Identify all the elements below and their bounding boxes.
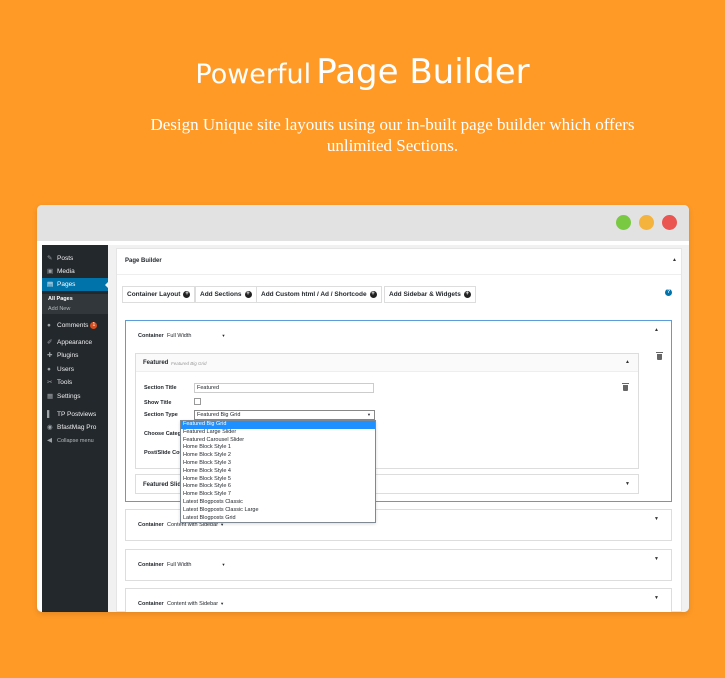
submenu-all-pages[interactable]: All Pages <box>42 294 108 304</box>
bfastmag-icon: ◉ <box>47 424 53 431</box>
sidebar-item-appearance[interactable]: ✐ Appearance <box>42 336 108 349</box>
container-select[interactable]: Full Width ▼ <box>167 333 225 339</box>
container-collapse-icon[interactable]: ▲ <box>654 327 659 333</box>
pin-icon: ✎ <box>47 255 53 262</box>
container-select[interactable]: Content with Sidebar ▼ <box>167 601 224 607</box>
sidebar-item-media[interactable]: ▣ Media <box>42 265 108 278</box>
sidebar-collapse-menu[interactable]: ◀ Collapse menu <box>42 434 108 447</box>
chevron-down-icon: ▼ <box>221 562 226 567</box>
dropdown-option[interactable]: Latest Blogposts Classic <box>181 499 375 507</box>
panel-collapse-icon[interactable]: ▲ <box>672 257 677 263</box>
section-title-label: Section Title <box>144 385 177 391</box>
trash-icon[interactable] <box>656 352 663 360</box>
sidebar-item-tp-postviews[interactable]: ▌ TP Postviews <box>42 408 108 421</box>
submenu-add-new[interactable]: Add New <box>42 304 108 314</box>
section-type-select[interactable]: Featured Big Grid ▼ <box>194 410 375 420</box>
section-expand-icon[interactable]: ▼ <box>625 481 630 487</box>
dropdown-option[interactable]: Latest Blogposts Grid <box>181 515 375 523</box>
container-block: Container Full Width ▼ ▼ <box>125 549 672 581</box>
plugins-icon: ✚ <box>47 352 53 359</box>
plus-icon: + <box>244 290 252 298</box>
container-expand-icon[interactable]: ▼ <box>654 556 659 562</box>
pages-icon: ▤ <box>47 281 54 288</box>
dropdown-option[interactable]: Featured Large Slider <box>181 429 375 437</box>
comments-icon: ● <box>47 322 51 329</box>
sidebar-item-plugins[interactable]: ✚ Plugins <box>42 349 108 362</box>
trash-icon[interactable] <box>622 383 629 391</box>
settings-icon: ▦ <box>47 393 54 400</box>
plus-icon: + <box>183 290 191 298</box>
container-label: Container <box>138 333 164 339</box>
close-button[interactable] <box>662 215 677 230</box>
add-sections-button[interactable]: Add Sections + <box>195 286 257 303</box>
page-builder-panel: Page Builder ▲ Container Layout + Add Sec… <box>116 248 682 612</box>
plus-icon: + <box>369 290 377 298</box>
sidebar-item-posts[interactable]: ✎ Posts <box>42 252 108 265</box>
users-icon: ● <box>47 366 51 373</box>
sidebar-item-settings[interactable]: ▦ Settings <box>42 390 108 403</box>
section-collapse-icon[interactable]: ▲ <box>625 359 630 365</box>
section-header: Featured Featured Big Grid ▲ <box>136 354 638 372</box>
dropdown-option[interactable]: Home Block Style 5 <box>181 476 375 484</box>
chevron-down-icon: ▼ <box>221 333 226 338</box>
container-block: Container Content with Sidebar ▼ ▼ <box>125 588 672 612</box>
container-layout-button[interactable]: Container Layout + <box>122 286 196 303</box>
dropdown-option[interactable]: Home Block Style 7 <box>181 491 375 499</box>
dropdown-option[interactable]: Home Block Style 2 <box>181 452 375 460</box>
media-icon: ▣ <box>47 268 54 275</box>
collapse-icon: ◀ <box>47 437 52 444</box>
container-label: Container <box>138 601 164 607</box>
add-sidebar-widgets-button[interactable]: Add Sidebar & Widgets + <box>384 286 476 303</box>
tools-icon: ✂ <box>47 379 53 386</box>
container-label: Container <box>138 522 164 528</box>
dropdown-option[interactable]: Home Block Style 6 <box>181 483 375 491</box>
appearance-icon: ✐ <box>47 339 53 346</box>
browser-window: ✎ Posts ▣ Media ▤ Pages All Pages Add New ●… <box>37 205 689 612</box>
hero-title-light: Powerful <box>195 59 312 90</box>
container-expand-icon[interactable]: ▼ <box>654 516 659 522</box>
show-title-label: Show Title <box>144 400 172 406</box>
comments-badge: 1 <box>90 321 98 329</box>
sidebar-item-comments[interactable]: ● Comments 1 <box>42 319 108 332</box>
container-select[interactable]: Full Width ▼ <box>167 562 225 568</box>
chevron-down-icon: ▼ <box>220 601 225 606</box>
admin-sidebar: ✎ Posts ▣ Media ▤ Pages All Pages Add New ●… <box>42 245 109 612</box>
sidebar-item-pages[interactable]: ▤ Pages <box>42 278 109 291</box>
hero-title: Powerful Page Builder <box>0 52 725 92</box>
sidebar-item-users[interactable]: ● Users <box>42 363 108 376</box>
help-icon[interactable]: ? <box>665 289 672 296</box>
admin-content: Page Builder ▲ Container Layout + Add Sec… <box>108 245 689 612</box>
add-custom-html-button[interactable]: Add Custom html / Ad / Shortcode + <box>256 286 382 303</box>
page-builder-header: Page Builder ▲ <box>117 249 681 275</box>
sidebar-item-bfastmag[interactable]: ◉ BfastMag Pro <box>42 421 108 434</box>
section-title-input[interactable]: Featured <box>194 383 374 393</box>
plus-icon: + <box>463 290 471 298</box>
hero-subtitle: Design Unique site layouts using our in-… <box>150 115 635 155</box>
container-expand-icon[interactable]: ▼ <box>654 595 659 601</box>
dropdown-option[interactable]: Home Block Style 1 <box>181 444 375 452</box>
window-titlebar <box>37 205 689 241</box>
section-name: Featured <box>143 360 169 366</box>
section-subtitle: Featured Big Grid <box>171 361 207 366</box>
minimize-button[interactable] <box>639 215 654 230</box>
dropdown-option[interactable]: Home Block Style 4 <box>181 468 375 476</box>
sidebar-item-tools[interactable]: ✂ Tools <box>42 376 108 389</box>
container-label: Container <box>138 562 164 568</box>
section-type-label: Section Type <box>144 412 178 418</box>
dropdown-option[interactable]: Latest Blogposts Classic Large <box>181 507 375 515</box>
page-builder-title: Page Builder <box>125 258 162 264</box>
hero-title-bold: Page Builder <box>316 52 530 92</box>
show-title-checkbox[interactable] <box>194 398 201 405</box>
postviews-icon: ▌ <box>47 411 52 418</box>
dropdown-option[interactable]: Featured Carousel Slider <box>181 437 375 445</box>
maximize-button[interactable] <box>616 215 631 230</box>
section-type-dropdown[interactable]: Featured Big Grid Featured Large Slider … <box>180 420 376 524</box>
chevron-down-icon: ▼ <box>367 412 371 417</box>
dropdown-option[interactable]: Home Block Style 3 <box>181 460 375 468</box>
dropdown-option[interactable]: Featured Big Grid <box>181 421 375 429</box>
